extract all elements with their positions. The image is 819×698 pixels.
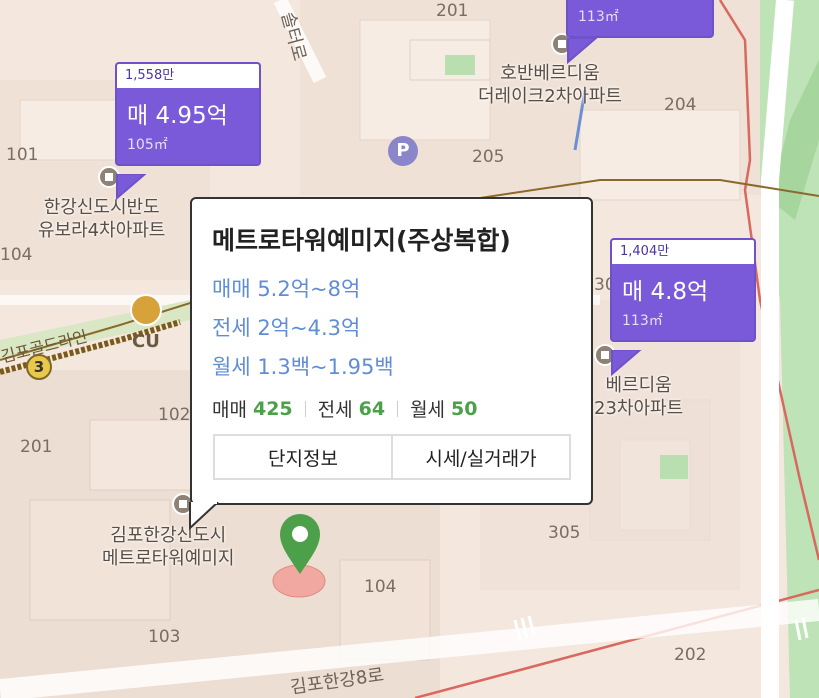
listing-counts: 매매 425 전세 64 월세 50: [212, 395, 571, 422]
apartment-name-line1: 호반베르디움: [500, 63, 600, 84]
block-number: 103: [148, 627, 181, 647]
price-pin[interactable]: 113㎡: [566, 0, 714, 38]
price-value: 매 4.95억: [127, 103, 228, 129]
block-number: 102: [158, 405, 191, 425]
price-pin-body: 매 4.8억 113㎡: [610, 264, 756, 342]
popup-title: 메트로타워예미지(주상복합): [212, 226, 511, 255]
line-number-badge: 3: [26, 354, 52, 380]
sale-price-range: 매매 5.2억~8억: [212, 277, 361, 301]
popup-button-group: 단지정보 시세/실거래가: [213, 434, 571, 480]
cu-label: CU: [132, 331, 160, 352]
popup-tail: [189, 502, 219, 530]
block-number: 202: [674, 645, 707, 665]
price-pin-tail: [611, 350, 642, 376]
block-number: 104: [0, 245, 33, 265]
complex-info-button[interactable]: 단지정보: [215, 436, 391, 478]
apartment-name-line2: 메트로타워예미지: [102, 548, 235, 570]
apartment-name-line2: 23차아파트: [594, 398, 684, 420]
price-pin-tail: [116, 174, 147, 200]
apartment-label-yubora[interactable]: 한강신도시반도 유보라4차아파트: [38, 196, 165, 243]
monthly-rent-range: 월세 1.3백~1.95백: [212, 355, 394, 379]
price-per-m2: 1,558만: [115, 62, 261, 88]
price-pin-body: 매 4.95억 105㎡: [115, 88, 261, 166]
block-number: 104: [364, 577, 397, 597]
price-value: 매 4.8억: [622, 279, 709, 305]
price-pin-body: 113㎡: [566, 0, 714, 38]
apartment-name-line2: 유보라4차아파트: [38, 220, 166, 242]
divider: [304, 400, 306, 417]
price-pin[interactable]: 1,404만 매 4.8억 113㎡: [610, 238, 756, 342]
block-number: 201: [436, 1, 469, 21]
apartment-label-metro-tower[interactable]: 김포한강신도시 메트로타워예미지: [102, 524, 234, 571]
complex-info-popup: 메트로타워예미지(주상복합) 매매 5.2억~8억 전세 2억~4.3억 월세 …: [190, 197, 593, 505]
block-number: 101: [6, 145, 39, 165]
stat-sale-value: 425: [252, 397, 293, 420]
stat-monthly-value: 50: [451, 397, 478, 420]
stat-monthly-label: 월세: [410, 399, 446, 421]
parking-icon[interactable]: P: [388, 136, 418, 166]
apartment-name-line2: 더레이크2차아파트: [478, 86, 622, 108]
area-value: 113㎡: [578, 9, 619, 25]
jeonse-price-range: 전세 2억~4.3억: [212, 316, 361, 340]
stat-sale-label: 매매: [212, 399, 247, 421]
apartment-label-verdium-23[interactable]: 베르디움 23차아파트: [594, 374, 683, 421]
block-number: 305: [548, 523, 581, 543]
price-history-button[interactable]: 시세/실거래가: [391, 436, 569, 478]
divider: [397, 400, 399, 417]
apartment-name-line1: 베르디움: [605, 375, 672, 396]
block-number: 205: [472, 147, 505, 167]
convenience-store-icon[interactable]: [130, 294, 162, 326]
stat-jeonse-value: 64: [358, 397, 386, 420]
apartment-label-hoban[interactable]: 호반베르디움 더레이크2차아파트: [478, 62, 622, 109]
block-number: 201: [20, 437, 53, 457]
price-pin[interactable]: 1,558만 매 4.95억 105㎡: [115, 62, 261, 166]
area-value: 105㎡: [127, 137, 168, 153]
stat-jeonse-label: 전세: [317, 399, 353, 421]
price-per-m2: 1,404만: [610, 238, 756, 264]
price-pin-tail: [567, 38, 598, 64]
location-marker-icon[interactable]: [278, 512, 322, 576]
block-number: 204: [664, 95, 697, 115]
area-value: 113㎡: [622, 313, 663, 329]
